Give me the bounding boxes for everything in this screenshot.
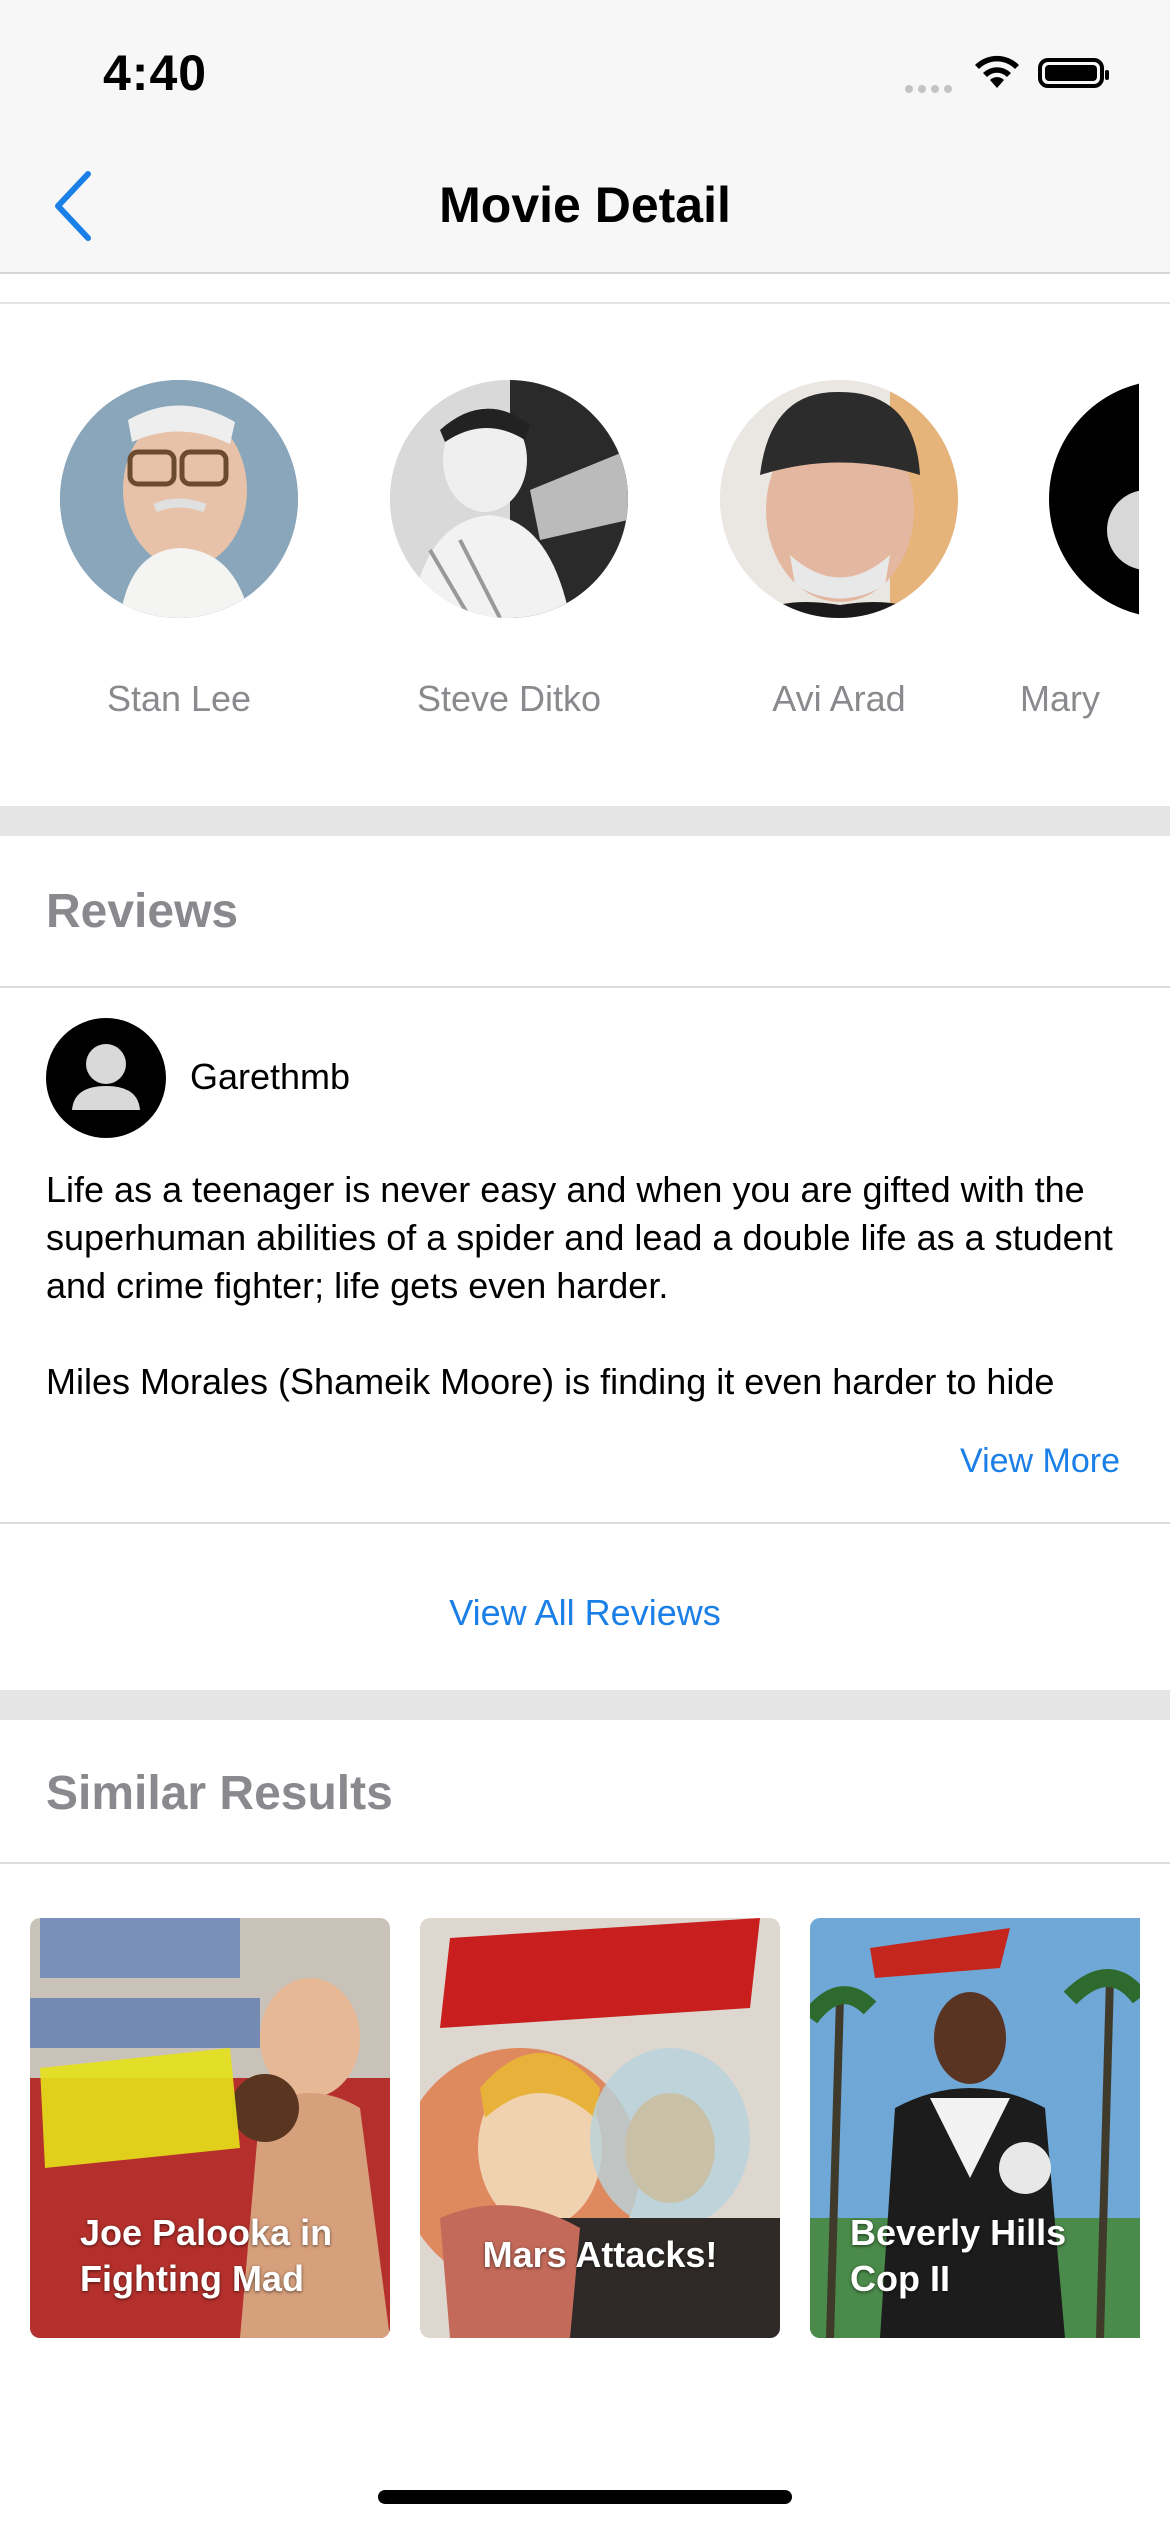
divider (0, 986, 1170, 988)
cast-photo-stan-lee[interactable] (60, 380, 298, 618)
cellular-signal-icon (905, 80, 957, 98)
home-indicator[interactable] (378, 2490, 792, 2504)
similar-movie-title: Beverly Hills Cop II (850, 2212, 1067, 2299)
review-author: Garethmb (190, 1056, 351, 1097)
wifi-icon (975, 55, 1019, 88)
page-title: Movie Detail (439, 177, 731, 233)
reviews-heading: Reviews (46, 885, 239, 938)
review-paragraph: Miles Morales (Shameik Moore) is finding… (46, 1361, 1055, 1402)
view-all-reviews-button[interactable]: View All Reviews (0, 1592, 1170, 1634)
battery-icon (1038, 58, 1109, 88)
cast-name: Mary (1020, 678, 1100, 719)
similar-movie-card[interactable]: Mars Attacks! (420, 1918, 780, 2338)
similar-movie-card[interactable]: Beverly Hills Cop II (810, 1918, 1140, 2338)
review-paragraph: Life as a teenager is never easy and whe… (46, 1169, 1113, 1306)
cast-name: Steve Ditko (416, 678, 602, 719)
cast-name: Stan Lee (106, 678, 252, 719)
view-more-link[interactable]: View More (960, 1442, 1120, 1481)
similar-movie-title: Mars Attacks! (482, 2234, 718, 2275)
cast-photo-steve-ditko[interactable] (390, 380, 628, 618)
similar-results-heading: Similar Results (46, 1767, 393, 1820)
reviewer-avatar-icon (46, 1018, 166, 1138)
section-separator (0, 1690, 1170, 1720)
similar-movie-title: Joe Palooka in Fighting Mad (80, 2212, 333, 2299)
cast-photo-avi-arad[interactable] (720, 380, 958, 618)
divider (0, 1522, 1170, 1524)
similar-movie-card[interactable]: Joe Palooka in Fighting Mad (30, 1918, 390, 2338)
review-body: Life as a teenager is never easy and whe… (46, 1166, 1131, 1406)
section-separator (0, 806, 1170, 836)
cast-photo-mary[interactable] (1049, 380, 1139, 618)
cast-name: Avi Arad (772, 678, 906, 719)
status-time: 4:40 (103, 45, 208, 101)
divider (0, 1862, 1170, 1864)
divider (0, 302, 1170, 304)
